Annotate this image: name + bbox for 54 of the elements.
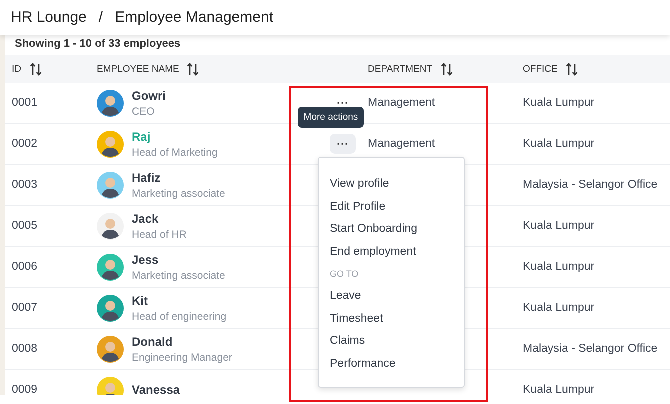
id-cell-text: 0005 <box>12 220 39 232</box>
employee-role: Head of Marketing <box>132 146 218 158</box>
id-cell-text: 0003 <box>12 179 39 191</box>
menu-item[interactable]: Performance <box>319 352 396 375</box>
sort-icon[interactable] <box>30 62 42 76</box>
employee-role: Engineering Manager <box>132 352 232 364</box>
menu-item[interactable]: View profile <box>319 173 390 196</box>
employee-name[interactable]: Hafiz <box>132 170 226 184</box>
id-cell-text: 0009 <box>12 384 39 395</box>
department-cell-text: Management <box>368 138 436 150</box>
id-cell-text: 0007 <box>12 302 39 314</box>
page-title: Employee Management <box>115 9 274 26</box>
tooltip: More actions <box>298 107 364 128</box>
menu-item[interactable]: Timesheet <box>319 308 384 330</box>
sort-icon[interactable] <box>566 62 578 76</box>
employee-role: Head of engineering <box>132 310 227 322</box>
column-header: OFFICE <box>523 64 558 74</box>
breadcrumb-link[interactable]: HR Lounge <box>11 9 87 26</box>
employee-role: Head of HR <box>132 228 187 240</box>
menu-item[interactable]: Claims <box>319 330 366 352</box>
employee-role: Marketing associate <box>132 270 226 282</box>
menu-item[interactable]: End employment <box>319 240 416 263</box>
results-summary: Showing 1 - 10 of 33 employees <box>14 37 182 52</box>
sort-icon[interactable] <box>187 62 200 76</box>
column-header: ID <box>12 64 22 74</box>
employee-name[interactable]: Donald <box>132 334 232 348</box>
id-cell-text: 0002 <box>12 138 39 150</box>
more-actions-button[interactable]: ··· <box>330 134 356 154</box>
menu-item[interactable]: Leave <box>319 285 362 308</box>
employee-name[interactable]: Gowri <box>132 88 166 102</box>
menu-item[interactable]: Start Onboarding <box>319 218 418 240</box>
office-cell-text: Kuala Lumpur <box>523 261 596 273</box>
office-cell-text: Malaysia - Selangor Office <box>523 179 659 191</box>
menu-item[interactable]: Edit Profile <box>319 196 386 218</box>
employee-name[interactable]: Jess <box>132 252 226 266</box>
employee-name[interactable]: Vanessa <box>132 383 180 395</box>
office-cell-text: Malaysia - Selangor Office <box>523 343 659 355</box>
breadcrumb-separator: / <box>98 9 104 26</box>
employee-name[interactable]: Jack <box>132 212 187 226</box>
office-cell-text: Kuala Lumpur <box>523 302 596 314</box>
id-cell-text: 0006 <box>12 261 39 273</box>
employee-name[interactable]: Kit <box>132 294 227 308</box>
office-cell-text: Kuala Lumpur <box>523 97 596 109</box>
menu-section-label: GO TO <box>329 268 359 281</box>
column-header: EMPLOYEE NAME <box>97 64 180 74</box>
column-header: DEPARTMENT <box>368 64 433 74</box>
employee-role: CEO <box>132 106 156 118</box>
id-cell-text: 0008 <box>12 343 39 355</box>
office-cell-text: Kuala Lumpur <box>523 220 596 232</box>
office-cell-text: Kuala Lumpur <box>523 138 596 150</box>
department-cell-text: Management <box>368 97 436 109</box>
employee-role: Marketing associate <box>132 188 226 200</box>
sort-icon[interactable] <box>440 62 453 76</box>
id-cell-text: 0001 <box>12 97 39 109</box>
